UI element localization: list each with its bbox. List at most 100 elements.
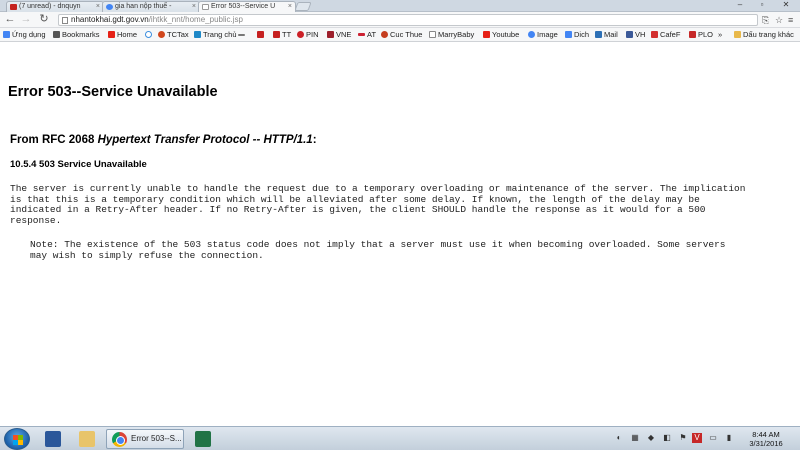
description-line: indicated in a Retry-After header. If no… bbox=[10, 204, 706, 215]
tab-strip: (7 unread) - dnquyn × gia han nộp thuế -… bbox=[0, 0, 800, 12]
taskbar-excel[interactable] bbox=[190, 429, 216, 449]
tab-title: (7 unread) - dnquyn bbox=[19, 3, 81, 10]
page-icon bbox=[689, 31, 696, 38]
forward-arrow-icon[interactable]: → bbox=[20, 13, 32, 26]
clock-date: 3/31/2016 bbox=[749, 439, 783, 448]
bookmark-other-folder[interactable]: Dấu trang khác bbox=[733, 28, 794, 41]
translate-icon[interactable]: ⎘ bbox=[762, 14, 769, 26]
bookmarks-bar: Ứng dụng Bookmarks Home TCTax Trang chủ … bbox=[0, 28, 800, 42]
dash-icon bbox=[238, 34, 245, 36]
translate-icon bbox=[565, 31, 572, 38]
circle-icon bbox=[158, 31, 165, 38]
page-icon bbox=[194, 31, 201, 38]
bookmarks-overflow-button[interactable]: » bbox=[716, 28, 722, 41]
tab-error-503[interactable]: Error 503--Service U × bbox=[198, 1, 296, 12]
menu-icon[interactable]: ≡ bbox=[788, 14, 793, 26]
bookmark-cuc-thue[interactable]: Cuc Thue bbox=[380, 28, 422, 41]
windows-taskbar: Error 503--S... ◐ ▦ ◆ ◧ ⚑ V ▭ ▮ 8:44 AM … bbox=[0, 426, 800, 450]
back-arrow-icon[interactable]: ← bbox=[4, 13, 16, 26]
tab-title: gia han nộp thuế - bbox=[115, 3, 172, 10]
windows-logo-icon bbox=[13, 435, 23, 445]
browser-toolbar: ← → ↻ nhantokhai.gdt.gov.vn/ihtkk_nnt/ho… bbox=[0, 12, 800, 28]
bookmark-apps[interactable]: Ứng dụng bbox=[2, 28, 46, 41]
start-button[interactable] bbox=[4, 428, 30, 450]
word-icon bbox=[45, 431, 61, 447]
chrome-icon bbox=[112, 432, 127, 447]
section-title: 10.5.4 503 Service Unavailable bbox=[10, 159, 147, 170]
bookmark-at[interactable]: AT bbox=[357, 28, 376, 41]
bookmark-tctax[interactable]: TCTax bbox=[157, 28, 189, 41]
bookmark-trang-chu[interactable]: Trang chủ bbox=[193, 28, 237, 41]
google-icon bbox=[528, 31, 535, 38]
folder-icon bbox=[734, 31, 741, 38]
bookmark-star-icon[interactable]: ☆ bbox=[775, 14, 783, 26]
pinterest-icon bbox=[297, 31, 304, 38]
tray-app-icon[interactable]: ◧ bbox=[662, 433, 672, 443]
tab-gmail[interactable]: (7 unread) - dnquyn × bbox=[6, 1, 104, 12]
youtube-icon bbox=[483, 31, 490, 38]
url-path: /ihtkk_nnt/home_public.jsp bbox=[148, 15, 243, 24]
folder-icon bbox=[79, 431, 95, 447]
minimize-button[interactable]: – bbox=[732, 0, 748, 11]
new-tab-button[interactable] bbox=[294, 2, 312, 11]
bookmark-marrybaby[interactable]: MarryBaby bbox=[428, 28, 474, 41]
address-bar[interactable]: nhantokhai.gdt.gov.vn/ihtkk_nnt/home_pub… bbox=[58, 14, 758, 26]
bookmark-mail[interactable]: Mail bbox=[594, 28, 618, 41]
red-square-icon bbox=[273, 31, 280, 38]
rfc-protocol-name: Hypertext Transfer Protocol -- HTTP/1.1 bbox=[97, 134, 313, 146]
apps-grid-icon bbox=[3, 31, 10, 38]
taskbar-chrome-window[interactable]: Error 503--S... bbox=[106, 429, 184, 449]
page-content: Error 503--Service Unavailable From RFC … bbox=[0, 43, 800, 426]
tray-flag-icon[interactable]: ⚑ bbox=[678, 433, 688, 443]
page-icon bbox=[651, 31, 658, 38]
taskbar-explorer[interactable] bbox=[74, 429, 100, 449]
dash-icon bbox=[358, 33, 365, 36]
maximize-button[interactable]: ▫ bbox=[754, 0, 770, 11]
bookmark-tt[interactable]: TT bbox=[272, 28, 291, 41]
page-info-icon[interactable] bbox=[62, 17, 68, 24]
bookmark-vne[interactable]: VNE bbox=[326, 28, 351, 41]
tab-title: Error 503--Service U bbox=[211, 3, 276, 10]
note-text: Note: The existence of the 503 status co… bbox=[30, 239, 726, 261]
tray-network-icon[interactable]: ▦ bbox=[630, 433, 640, 443]
bookmark-bookmarks[interactable]: Bookmarks bbox=[52, 28, 100, 41]
close-icon[interactable]: × bbox=[192, 2, 196, 12]
close-icon[interactable]: × bbox=[96, 2, 100, 12]
bookmark-vh[interactable]: VH bbox=[625, 28, 645, 41]
description-line: The server is currently unable to handle… bbox=[10, 183, 746, 194]
note-line: Note: The existence of the 503 status co… bbox=[30, 239, 726, 250]
system-clock[interactable]: 8:44 AM 3/31/2016 bbox=[742, 430, 790, 448]
bookmark-dich[interactable]: Dich bbox=[564, 28, 589, 41]
star-icon bbox=[53, 31, 60, 38]
error-description: The server is currently unable to handle… bbox=[10, 183, 746, 226]
tray-battery-icon[interactable]: ▭ bbox=[708, 433, 718, 443]
taskbar-word[interactable] bbox=[40, 429, 66, 449]
tray-antivirus-icon[interactable]: V bbox=[692, 433, 702, 443]
bookmark-pin[interactable]: PIN bbox=[296, 28, 319, 41]
google-icon bbox=[106, 4, 113, 10]
facebook-icon bbox=[626, 31, 633, 38]
bookmark-youtube[interactable]: Youtube bbox=[482, 28, 519, 41]
bookmark-home[interactable]: Home bbox=[107, 28, 137, 41]
tab-google-search[interactable]: gia han nộp thuế - × bbox=[102, 1, 200, 12]
rfc-heading: From RFC 2068 Hypertext Transfer Protoco… bbox=[10, 134, 317, 146]
reload-icon[interactable]: ↻ bbox=[38, 13, 50, 26]
close-icon[interactable]: × bbox=[288, 2, 292, 12]
taskbar-window-label: Error 503--S... bbox=[131, 434, 182, 443]
page-icon bbox=[429, 31, 436, 38]
bookmark-plo[interactable]: PLO bbox=[688, 28, 713, 41]
bookmark-cafef[interactable]: CafeF bbox=[650, 28, 680, 41]
tray-teamviewer-icon[interactable]: ◐ bbox=[614, 433, 624, 443]
page-title: Error 503--Service Unavailable bbox=[8, 84, 218, 100]
mail-icon bbox=[595, 31, 602, 38]
tray-signal-icon[interactable]: ▮ bbox=[724, 433, 734, 443]
excel-icon bbox=[195, 431, 211, 447]
bookmark-image[interactable]: Image bbox=[527, 28, 558, 41]
description-line: response. bbox=[10, 214, 62, 226]
clock-time: 8:44 AM bbox=[752, 430, 780, 439]
youtube-icon bbox=[108, 31, 115, 38]
gmail-icon bbox=[10, 4, 17, 10]
window-close-button[interactable]: ✕ bbox=[778, 0, 794, 11]
globe-icon bbox=[145, 31, 152, 38]
tray-volume-icon[interactable]: ◆ bbox=[646, 433, 656, 443]
